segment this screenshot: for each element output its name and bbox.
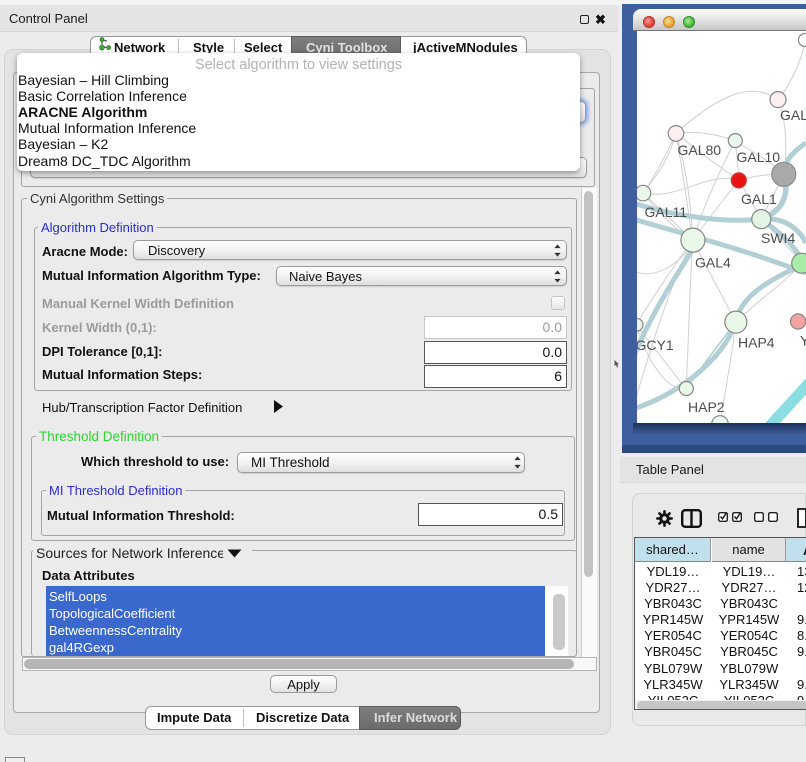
svg-text:GCY1: GCY1 xyxy=(637,337,674,353)
svg-text:GAL: GAL xyxy=(780,107,806,123)
svg-text:GAL10: GAL10 xyxy=(737,149,781,165)
svg-text:GAL4: GAL4 xyxy=(695,255,731,271)
svg-text:HAP4: HAP4 xyxy=(738,335,775,351)
svg-text:HAP2: HAP2 xyxy=(688,399,725,415)
svg-text:GAL11: GAL11 xyxy=(645,204,688,220)
svg-text:GAL1: GAL1 xyxy=(741,191,777,207)
svg-text:Y: Y xyxy=(800,333,806,349)
svg-text:GAL80: GAL80 xyxy=(678,142,722,158)
svg-text:SWI4: SWI4 xyxy=(761,230,795,246)
